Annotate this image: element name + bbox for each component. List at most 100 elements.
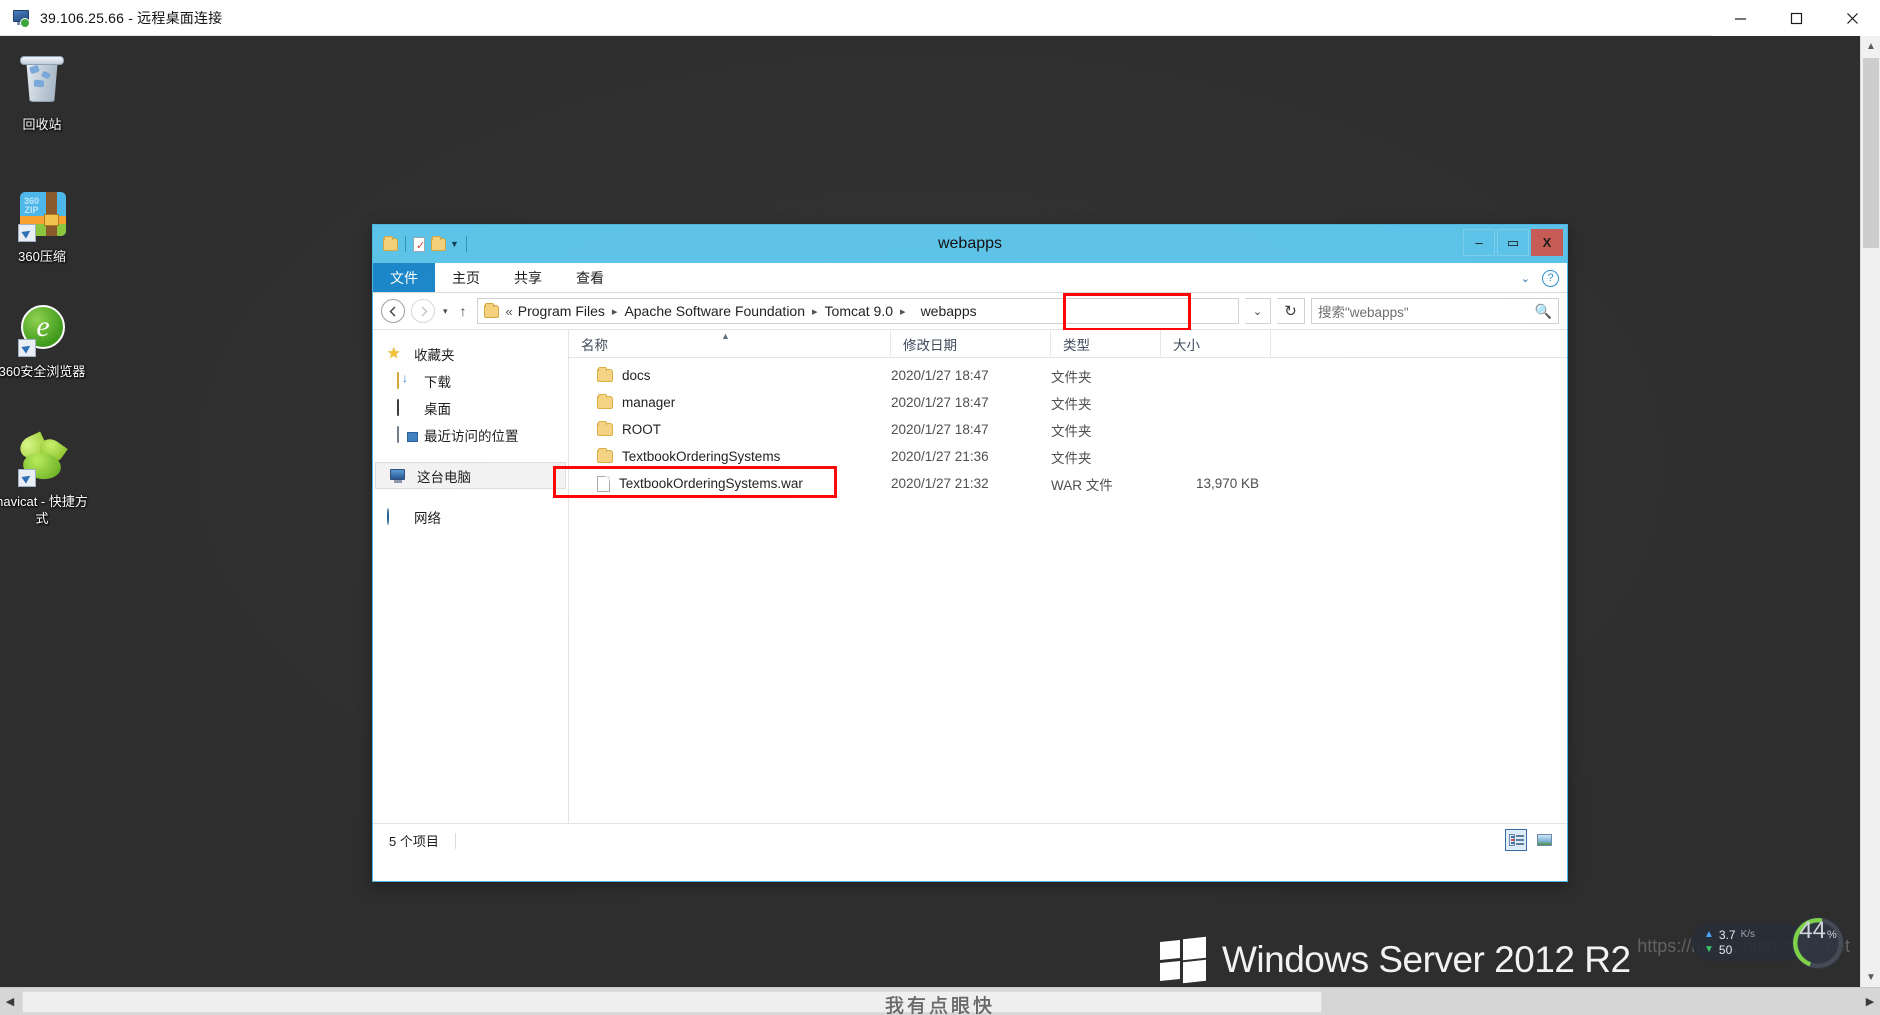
desktop-icon-label: navicat - 快捷方式 bbox=[0, 494, 88, 526]
file-name: manager bbox=[622, 395, 676, 410]
sidebar-item-desktop[interactable]: 桌面 bbox=[373, 394, 568, 421]
search-input[interactable]: 搜索"webapps" 🔍 bbox=[1311, 298, 1559, 324]
scrollbar-thumb[interactable] bbox=[1863, 58, 1879, 248]
sidebar-item-label: 网络 bbox=[414, 510, 441, 526]
chevron-down-icon[interactable]: ⌄ bbox=[1521, 272, 1530, 285]
rdp-maximize-button[interactable] bbox=[1768, 0, 1824, 36]
refresh-icon[interactable]: ↻ bbox=[1277, 298, 1305, 324]
up-button[interactable]: ↑ bbox=[456, 303, 471, 319]
sidebar-item-label: 最近访问的位置 bbox=[424, 428, 519, 444]
recent-places-icon bbox=[397, 425, 415, 443]
file-date: 2020/1/27 18:47 bbox=[891, 395, 989, 410]
table-row[interactable]: TextbookOrderingSystems.war 2020/1/27 21… bbox=[553, 466, 1567, 498]
cpu-usage-gauge[interactable]: 44 % bbox=[1792, 917, 1844, 969]
download-speed-row: ▼ 50 bbox=[1704, 943, 1804, 957]
sidebar-item-label: 桌面 bbox=[424, 401, 451, 417]
scroll-up-icon[interactable]: ▲ bbox=[1861, 36, 1880, 56]
large-icons-view-button[interactable] bbox=[1533, 829, 1555, 851]
file-date: 2020/1/27 18:47 bbox=[891, 368, 989, 383]
help-icon[interactable]: ? bbox=[1542, 269, 1559, 287]
vertical-scrollbar[interactable]: ▲ ▼ bbox=[1860, 36, 1880, 987]
address-dropdown-icon[interactable]: ⌄ bbox=[1245, 298, 1271, 324]
file-name: TextbookOrderingSystems.war bbox=[619, 476, 803, 491]
download-speed-value: 50 bbox=[1718, 942, 1733, 957]
scroll-down-icon[interactable]: ▼ bbox=[1861, 967, 1880, 987]
tab-view[interactable]: 查看 bbox=[559, 263, 621, 292]
back-button[interactable] bbox=[381, 299, 405, 323]
forward-button[interactable] bbox=[411, 299, 435, 323]
breadcrumb-folder-icon bbox=[483, 302, 499, 318]
folder-icon bbox=[597, 421, 613, 436]
sidebar-item-downloads[interactable]: 下载 bbox=[373, 367, 568, 394]
column-header-size[interactable]: 大小 bbox=[1161, 329, 1271, 358]
properties-icon[interactable]: ✓ bbox=[413, 236, 425, 252]
table-row[interactable]: manager 2020/1/27 18:47 文件夹 bbox=[569, 389, 1567, 416]
sidebar-item-this-pc[interactable]: 这台电脑 bbox=[375, 462, 566, 489]
file-name: TextbookOrderingSystems bbox=[622, 449, 781, 464]
file-date: 2020/1/27 18:47 bbox=[891, 422, 989, 437]
sidebar-item-recent-places[interactable]: 最近访问的位置 bbox=[373, 421, 568, 448]
file-list[interactable]: docs 2020/1/27 18:47 文件夹 manager 2020/1/… bbox=[553, 358, 1567, 823]
taskbar-caption-text: 我有点眼快 bbox=[884, 996, 995, 1015]
column-header-name[interactable]: 名称 ▲ bbox=[569, 329, 891, 358]
new-folder-icon[interactable] bbox=[431, 235, 446, 251]
arrow-up-icon: ▲ bbox=[1704, 929, 1714, 940]
table-row[interactable]: docs 2020/1/27 18:47 文件夹 bbox=[569, 362, 1567, 389]
arrow-down-icon: ▼ bbox=[1704, 944, 1714, 955]
breadcrumb-item-apache-software-foundation[interactable]: Apache Software Foundation bbox=[624, 303, 805, 319]
explorer-maximize-button[interactable]: ▭ bbox=[1497, 229, 1529, 256]
upload-speed-value: 3.7 bbox=[1718, 927, 1736, 942]
explorer-minimize-button[interactable]: – bbox=[1463, 229, 1495, 256]
table-row[interactable]: ROOT 2020/1/27 18:47 文件夹 bbox=[569, 416, 1567, 443]
shortcut-overlay-icon bbox=[18, 469, 36, 487]
downloads-folder-icon bbox=[397, 371, 415, 389]
recent-locations-caret-icon[interactable]: ▾ bbox=[441, 306, 450, 317]
explorer-close-button[interactable]: X bbox=[1531, 229, 1563, 256]
breadcrumb-separator-icon: ▸ bbox=[900, 305, 906, 318]
file-list-pane: 名称 ▲ 修改日期 类型 大小 docs 2020/1/27 18:47 文件夹… bbox=[553, 329, 1567, 823]
tab-home[interactable]: 主页 bbox=[435, 263, 497, 292]
file-name-cell: TextbookOrderingSystems.war bbox=[569, 475, 891, 492]
folder-icon bbox=[597, 448, 613, 463]
large-icons-view-icon bbox=[1536, 834, 1552, 846]
breadcrumb-item-tomcat[interactable]: Tomcat 9.0 bbox=[825, 303, 893, 319]
breadcrumb-item-program-files[interactable]: Program Files bbox=[518, 303, 605, 319]
tab-share[interactable]: 共享 bbox=[497, 263, 559, 292]
folder-icon[interactable] bbox=[383, 235, 398, 251]
details-view-button[interactable] bbox=[1505, 829, 1527, 851]
tab-file[interactable]: 文件 bbox=[373, 263, 435, 292]
file-type: 文件夹 bbox=[1051, 369, 1092, 385]
desktop-icon-360-browser[interactable]: e 360安全浏览器 bbox=[0, 301, 88, 380]
star-icon: ★ bbox=[387, 344, 401, 362]
desktop-icon-navicat[interactable]: navicat - 快捷方式 bbox=[0, 431, 88, 527]
column-header-date[interactable]: 修改日期 bbox=[891, 329, 1051, 358]
file-name: docs bbox=[622, 368, 651, 383]
rdp-close-button[interactable] bbox=[1824, 0, 1880, 36]
column-header-label: 修改日期 bbox=[903, 337, 957, 353]
table-row[interactable]: TextbookOrderingSystems 2020/1/27 21:36 … bbox=[569, 443, 1567, 470]
breadcrumb-item-webapps[interactable]: webapps bbox=[921, 303, 977, 319]
column-headers: 名称 ▲ 修改日期 类型 大小 bbox=[569, 329, 1567, 358]
rdp-minimize-button[interactable] bbox=[1712, 0, 1768, 36]
column-header-type[interactable]: 类型 bbox=[1051, 329, 1161, 358]
desktop-icon-recycle-bin[interactable]: 回收站 bbox=[0, 54, 88, 133]
remote-desktop-canvas[interactable]: 回收站 360 ZIP 360压缩 e 360安全浏览器 navicat - 快… bbox=[0, 36, 1860, 987]
remote-desktop-window: 39.106.25.66 - 远程桌面连接 回收站 360 ZIP 360压缩 … bbox=[0, 0, 1880, 1015]
explorer-titlebar[interactable]: ✓ ▼ webapps – ▭ X bbox=[373, 225, 1567, 263]
network-speed-pill: ▲ 3.7 K/s ▼ 50 bbox=[1692, 923, 1804, 961]
chevron-down-icon[interactable]: ▼ bbox=[450, 239, 459, 249]
file-explorer-window: ✓ ▼ webapps – ▭ X 文件 主页 共享 查看 ⌄ ? ▾ ↑ « … bbox=[372, 224, 1568, 882]
breadcrumb-separator-icon: ▸ bbox=[812, 305, 818, 318]
desktop-icon-360-zip[interactable]: 360 ZIP 360压缩 bbox=[0, 186, 88, 265]
sidebar-item-network[interactable]: 网络 bbox=[373, 503, 568, 530]
gauge-unit: % bbox=[1826, 929, 1837, 941]
desktop-icon-label: 回收站 bbox=[22, 117, 62, 132]
file-type: WAR 文件 bbox=[1051, 477, 1113, 493]
breadcrumb[interactable]: « Program Files ▸ Apache Software Founda… bbox=[476, 293, 1239, 331]
upload-speed-row: ▲ 3.7 K/s bbox=[1704, 928, 1804, 942]
network-speed-widget[interactable]: ▲ 3.7 K/s ▼ 50 44 % bbox=[1692, 917, 1844, 969]
windows-server-branding: Windows Server 2012 R2 bbox=[1160, 936, 1631, 984]
column-header-label: 类型 bbox=[1063, 337, 1090, 353]
sidebar-item-favorites[interactable]: ★ 收藏夹 bbox=[373, 340, 568, 367]
breadcrumb-overflow-icon[interactable]: « bbox=[506, 304, 513, 319]
